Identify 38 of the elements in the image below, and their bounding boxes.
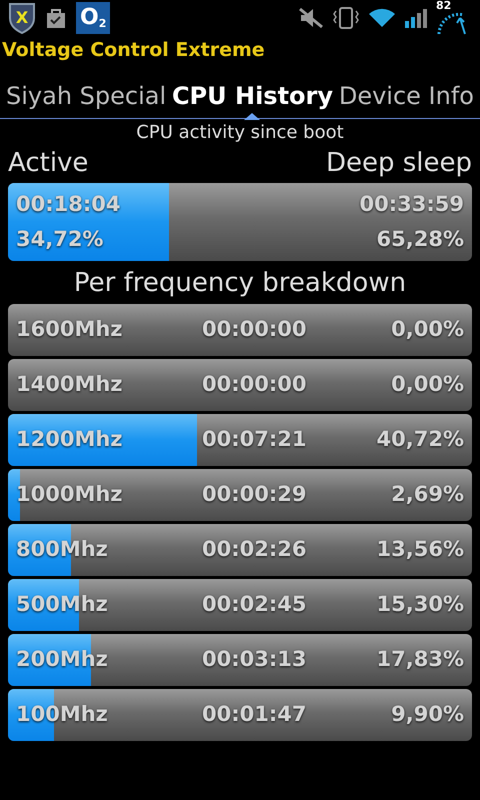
frequency-label: 1600Mhz (16, 316, 124, 344)
frequency-percent: 2,69% (391, 481, 464, 508)
frequency-percent: 0,00% (391, 316, 464, 344)
active-label: Active (8, 147, 88, 179)
frequency-time: 00:00:29 (202, 481, 306, 508)
frequency-percent: 17,83% (376, 646, 464, 674)
frequency-percent: 40,72% (376, 426, 464, 454)
frequency-time: 00:03:13 (202, 646, 306, 674)
sleep-time: 00:33:59 (360, 190, 464, 218)
frequency-time: 00:01:47 (202, 701, 306, 728)
sleep-percent: 65,28% (376, 226, 464, 253)
frequency-time: 00:00:00 (202, 371, 306, 398)
frequency-time: 00:07:21 (202, 426, 306, 454)
active-percent: 34,72% (16, 226, 104, 253)
subtitle: CPU activity since boot (135, 121, 345, 145)
tab[interactable]: Device Info (338, 80, 474, 112)
tab[interactable]: Siyah Special (6, 80, 166, 112)
deep-sleep-label: Deep sleep (326, 147, 472, 179)
frequency-time: 00:00:00 (202, 316, 306, 344)
active-time: 00:18:04 (16, 190, 120, 218)
breakdown-title: Per frequency breakdown (72, 267, 408, 300)
frequency-percent: 0,00% (391, 371, 464, 398)
shopping-bag-check-icon (44, 6, 68, 30)
frequency-time: 00:02:26 (202, 536, 306, 564)
frequency-label: 1200Mhz (16, 426, 124, 454)
mute-icon (298, 7, 324, 29)
app-title: Voltage Control Extreme (1, 38, 266, 63)
frequency-percent: 9,90% (391, 701, 464, 728)
battery-level: 82 (436, 0, 452, 11)
vibrate-icon (332, 6, 360, 30)
frequency-label: 1400Mhz (16, 371, 124, 398)
signal-icon (404, 7, 428, 29)
frequency-percent: 13,56% (376, 536, 464, 564)
wifi-icon (368, 7, 396, 29)
carrier-logo: O$_{2}$ (76, 2, 110, 34)
frequency-percent: 15,30% (376, 591, 464, 618)
frequency-time: 00:02:45 (202, 591, 306, 618)
shield-icon: X (8, 2, 36, 34)
